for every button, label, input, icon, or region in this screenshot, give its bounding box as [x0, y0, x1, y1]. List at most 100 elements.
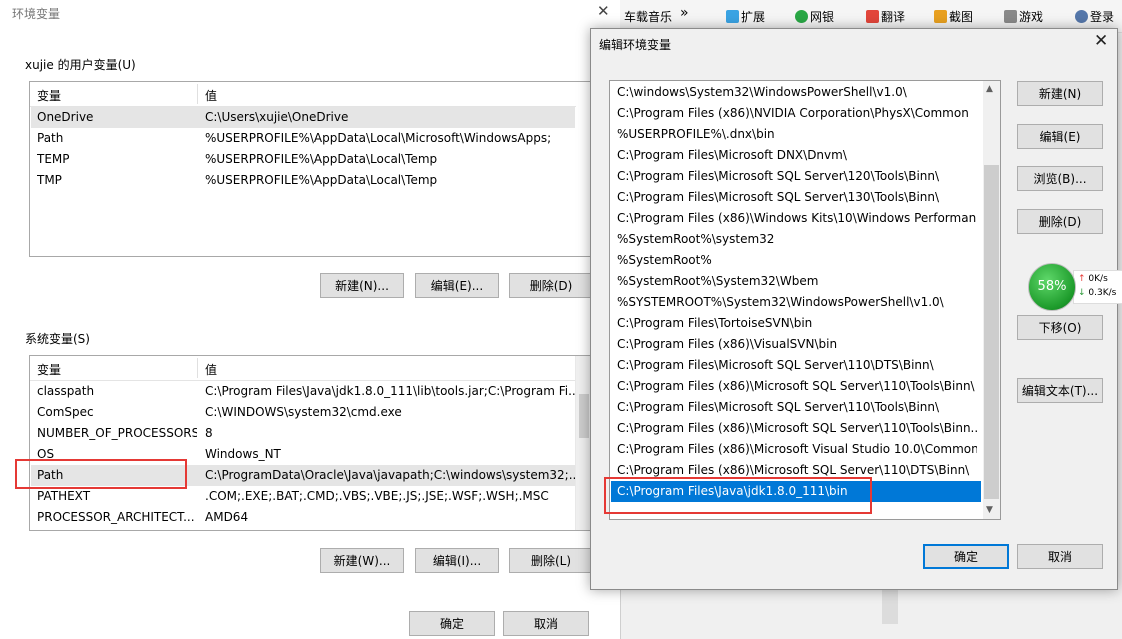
col-header-var[interactable]: 变量 — [37, 361, 61, 378]
var-name-cell: Path — [37, 131, 64, 145]
var-name-cell: NUMBER_OF_PROCESSORS — [37, 426, 197, 440]
col-header-value[interactable]: 值 — [205, 87, 217, 104]
path-text: C:\Program Files (x86)\VisualSVN\bin — [617, 337, 838, 351]
list-item[interactable]: C:\Program Files (x86)\VisualSVN\bin — [611, 334, 981, 355]
path-text: C:\Program Files (x86)\Microsoft SQL Ser… — [617, 421, 977, 435]
highlight-box-path-var — [15, 459, 187, 489]
table-row[interactable]: ComSpec C:\WINDOWS\system32\cmd.exe — [31, 402, 575, 423]
system-vars-list[interactable]: 变量 值 classpath C:\Program Files\Java\jdk1… — [29, 355, 593, 531]
dialog-cancel-button[interactable]: 取消 — [1017, 544, 1103, 569]
var-value-cell: C:\Program Files\Java\jdk1.8.0_111\lib\t… — [205, 384, 577, 398]
var-value-cell: %USERPROFILE%\AppData\Local\Temp — [205, 152, 438, 166]
table-row[interactable]: OneDrive C:\Users\xujie\OneDrive — [31, 107, 575, 128]
user-delete-button[interactable]: 删除(D) — [509, 273, 593, 298]
col-header-value[interactable]: 值 — [205, 361, 217, 378]
toolbar-item-games[interactable]: 游戏 — [1004, 8, 1043, 25]
path-new-button[interactable]: 新建(N) — [1017, 81, 1103, 106]
var-value-cell: C:\Users\xujie\OneDrive — [205, 110, 349, 124]
screenshot-icon — [934, 10, 947, 23]
memory-percent-badge[interactable]: 58% — [1028, 263, 1076, 311]
user-vars-list[interactable]: 变量 值 OneDrive C:\Users\xujie\OneDrive Path… — [29, 81, 593, 257]
var-name-cell: OneDrive — [37, 110, 94, 124]
path-text: C:\windows\System32\WindowsPowerShell\v1… — [617, 85, 907, 99]
var-value-cell: 8 — [205, 426, 213, 440]
table-row[interactable]: TEMP %USERPROFILE%\AppData\Local\Temp — [31, 149, 575, 170]
path-text: %SystemRoot%\system32 — [617, 232, 775, 246]
list-item[interactable]: %SystemRoot% — [611, 250, 981, 271]
system-delete-button[interactable]: 删除(L) — [509, 548, 593, 573]
path-edit-text-button[interactable]: 编辑文本(T)... — [1017, 378, 1103, 403]
env-cancel-button[interactable]: 取消 — [503, 611, 589, 636]
table-row[interactable]: PATHEXT .COM;.EXE;.BAT;.CMD;.VBS;.VBE;.JS… — [31, 486, 575, 507]
games-icon — [1004, 10, 1017, 23]
scrollbar-thumb[interactable] — [984, 165, 999, 499]
dialog-ok-button[interactable]: 确定 — [923, 544, 1009, 569]
scroll-down-icon[interactable]: ▼ — [986, 505, 993, 515]
path-edit-button[interactable]: 编辑(E) — [1017, 124, 1103, 149]
list-item[interactable]: C:\Program Files (x86)\Microsoft Visual … — [611, 439, 981, 460]
list-item[interactable]: C:\Program Files (x86)\Microsoft SQL Ser… — [611, 418, 981, 439]
close-icon[interactable]: ✕ — [597, 2, 610, 20]
toolbar-item-login[interactable]: 登录 — [1075, 8, 1114, 25]
path-text: %SystemRoot%\System32\Wbem — [617, 274, 819, 288]
path-text: %SystemRoot% — [617, 253, 712, 267]
list-item[interactable]: C:\Program Files\Microsoft SQL Server\12… — [611, 166, 981, 187]
path-delete-button[interactable]: 删除(D) — [1017, 209, 1103, 234]
list-item[interactable]: %SYSTEMROOT%\System32\WindowsPowerShell\… — [611, 292, 981, 313]
dialog-title: 编辑环境变量 — [599, 38, 672, 52]
list-item[interactable]: C:\Program Files\Microsoft DNX\Dnvm\ — [611, 145, 981, 166]
list-header: 变量 值 — [30, 82, 576, 107]
toolbar-item-bank[interactable]: 网银 — [795, 8, 834, 25]
toolbar-item-extensions[interactable]: 扩展 — [726, 8, 765, 25]
download-speed: 0.3K/s — [1088, 288, 1117, 298]
list-item[interactable]: %SystemRoot%\system32 — [611, 229, 981, 250]
path-list-scrollbar[interactable]: ▲ ▼ — [983, 81, 1000, 519]
list-item[interactable]: C:\Program Files (x86)\Windows Kits\10\W… — [611, 208, 981, 229]
path-browse-button[interactable]: 浏览(B)... — [1017, 166, 1103, 191]
env-ok-button[interactable]: 确定 — [409, 611, 495, 636]
table-row[interactable]: classpath C:\Program Files\Java\jdk1.8.0_… — [31, 381, 577, 402]
col-header-var[interactable]: 变量 — [37, 87, 61, 104]
list-item[interactable]: C:\Program Files\Microsoft SQL Server\13… — [611, 187, 981, 208]
path-text: C:\Program Files (x86)\NVIDIA Corporatio… — [617, 106, 969, 120]
list-item[interactable]: C:\Program Files\TortoiseSVN\bin — [611, 313, 981, 334]
path-text: C:\Program Files\Microsoft SQL Server\12… — [617, 169, 940, 183]
path-move-down-button[interactable]: 下移(O) — [1017, 315, 1103, 340]
table-row[interactable]: Path %USERPROFILE%\AppData\Local\Microsof… — [31, 128, 575, 149]
table-row[interactable]: PROCESSOR_ARCHITECT... AMD64 — [31, 507, 575, 528]
user-new-button[interactable]: 新建(N)... — [320, 273, 404, 298]
overflow-icon[interactable]: » — [680, 5, 689, 21]
download-arrow-icon: ↓ — [1078, 288, 1086, 298]
var-name-cell: PATHEXT — [37, 489, 91, 503]
toolbar-item-music[interactable]: 车载音乐 — [624, 8, 672, 25]
translate-icon — [866, 10, 879, 23]
list-item[interactable]: C:\Program Files (x86)\NVIDIA Corporatio… — [611, 103, 981, 124]
table-row[interactable]: TMP %USERPROFILE%\AppData\Local\Temp — [31, 170, 575, 191]
scrollbar-thumb[interactable] — [579, 394, 589, 438]
toolbar-item-translate[interactable]: 翻译 — [866, 8, 905, 25]
var-value-cell: AMD64 — [205, 510, 249, 524]
var-name-cell: PROCESSOR_ARCHITECT... — [37, 510, 195, 524]
toolbar-item-screenshot[interactable]: 截图 — [934, 8, 973, 25]
path-text: C:\Program Files\Microsoft SQL Server\11… — [617, 400, 940, 414]
system-vars-group-label: 系统变量(S) — [25, 332, 90, 346]
list-item[interactable]: C:\windows\System32\WindowsPowerShell\v1… — [611, 82, 981, 103]
user-edit-button[interactable]: 编辑(E)... — [415, 273, 499, 298]
path-text: C:\Program Files (x86)\Microsoft SQL Ser… — [617, 379, 975, 393]
extensions-icon — [726, 10, 739, 23]
scroll-up-icon[interactable]: ▲ — [986, 84, 993, 94]
close-icon[interactable]: ✕ — [1094, 31, 1108, 51]
network-speed-widget[interactable]: ↑ 0K/s ↓ 0.3K/s 58% — [1025, 262, 1122, 311]
system-new-button[interactable]: 新建(W)... — [320, 548, 404, 573]
list-item[interactable]: C:\Program Files (x86)\Microsoft SQL Ser… — [611, 376, 981, 397]
table-row[interactable]: NUMBER_OF_PROCESSORS 8 — [31, 423, 575, 444]
list-item[interactable]: C:\Program Files\Microsoft SQL Server\11… — [611, 355, 981, 376]
list-item[interactable]: %SystemRoot%\System32\Wbem — [611, 271, 981, 292]
path-text: %USERPROFILE%\.dnx\bin — [617, 127, 775, 141]
path-entries-list[interactable]: C:\windows\System32\WindowsPowerShell\v1… — [609, 80, 1001, 520]
list-item[interactable]: C:\Program Files\Microsoft SQL Server\11… — [611, 397, 981, 418]
path-text: C:\Program Files\TortoiseSVN\bin — [617, 316, 813, 330]
list-item[interactable]: %USERPROFILE%\.dnx\bin — [611, 124, 981, 145]
system-edit-button[interactable]: 编辑(I)... — [415, 548, 499, 573]
upload-speed: 0K/s — [1088, 274, 1108, 284]
